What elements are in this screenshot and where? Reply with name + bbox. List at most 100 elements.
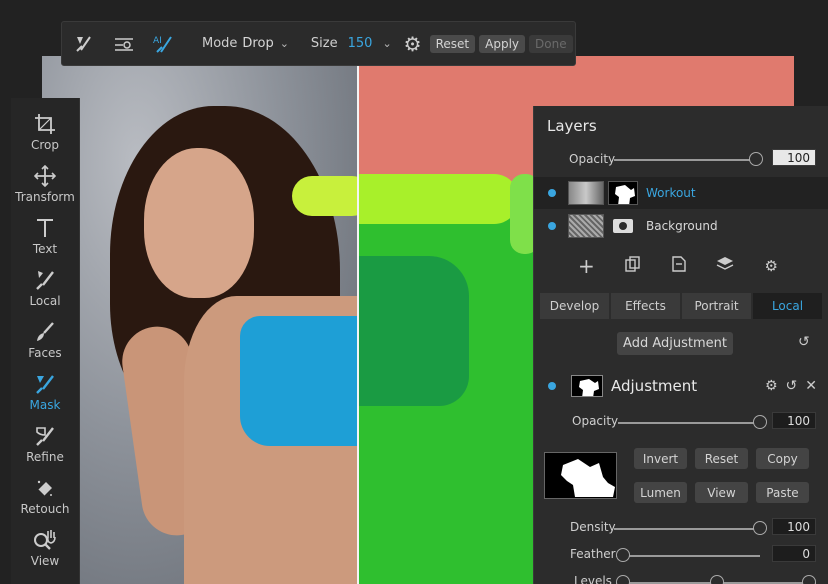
duplicate-layer-icon[interactable]: [625, 256, 641, 276]
tool-label: Retouch: [20, 502, 70, 516]
chevron-down-icon[interactable]: ⌄: [382, 37, 391, 50]
tool-retouch[interactable]: Retouch: [11, 470, 79, 522]
svg-text:AI: AI: [153, 36, 162, 46]
tab-local[interactable]: Local: [753, 293, 822, 319]
levels-high-handle[interactable]: [802, 575, 816, 584]
tool-local[interactable]: Local: [11, 262, 79, 314]
visibility-dot[interactable]: [548, 189, 556, 197]
tool-text[interactable]: Text: [11, 210, 79, 262]
mask-subject-towel: [359, 174, 519, 224]
apply-button[interactable]: Apply: [479, 34, 526, 53]
gear-icon[interactable]: ⚙: [765, 257, 778, 275]
tool-faces[interactable]: Faces: [11, 314, 79, 366]
layer-mask-thumbnail: [608, 181, 638, 205]
text-icon: [35, 216, 55, 240]
add-adjustment-button[interactable]: Add Adjustment: [617, 332, 733, 355]
split-view-divider[interactable]: [357, 56, 359, 584]
move-icon: [34, 164, 56, 188]
levels-low-handle[interactable]: [616, 575, 630, 584]
module-tabs: Develop Effects Portrait Local: [540, 293, 824, 319]
refine-icon: [34, 424, 56, 448]
layer-name: Background: [646, 219, 718, 233]
tool-label: Faces: [28, 346, 62, 360]
tool-mask[interactable]: Mask: [11, 366, 79, 418]
lumen-button[interactable]: Lumen: [634, 482, 687, 503]
opacity-slider-handle[interactable]: [749, 152, 763, 166]
mask-line-icon[interactable]: [104, 21, 144, 66]
tool-crop[interactable]: Crop: [11, 106, 79, 158]
size-label: Size: [310, 36, 338, 51]
levels-mid-handle[interactable]: [710, 575, 724, 584]
tool-label: Text: [32, 242, 58, 256]
opacity-slider-track[interactable]: [614, 159, 754, 161]
mask-subject-top: [359, 256, 469, 406]
new-layer-icon[interactable]: [671, 256, 686, 276]
feather-slider-handle[interactable]: [616, 548, 630, 562]
adjustment-opacity-handle[interactable]: [753, 415, 767, 429]
feather-value[interactable]: 0: [772, 545, 816, 562]
density-slider-track[interactable]: [614, 528, 760, 530]
undo-icon[interactable]: ↺: [798, 334, 810, 350]
brush-icon: [34, 268, 56, 292]
layer-thumbnail: [568, 214, 604, 238]
copy-mask-button[interactable]: Copy: [756, 448, 809, 469]
adjustment-actions: ⚙ ↺ ✕: [765, 378, 817, 394]
add-layer-icon[interactable]: +: [578, 254, 595, 278]
mask-brush-icon[interactable]: [64, 21, 104, 66]
layers-stack-icon[interactable]: [716, 256, 734, 276]
feather-slider-track[interactable]: [616, 555, 760, 557]
tab-effects[interactable]: Effects: [611, 293, 680, 319]
done-button[interactable]: Done: [529, 34, 573, 53]
density-label: Density: [570, 520, 616, 534]
tool-label: Local: [29, 294, 61, 308]
reset-icon[interactable]: ↺: [786, 378, 798, 394]
feather-label: Feather: [570, 547, 616, 561]
paste-mask-button[interactable]: Paste: [756, 482, 809, 503]
chevron-down-icon[interactable]: ⌄: [280, 37, 289, 50]
mask-icon: [34, 372, 56, 396]
tool-label: Transform: [15, 190, 75, 204]
tool-transform[interactable]: Transform: [11, 158, 79, 210]
opacity-value[interactable]: 100: [772, 149, 816, 166]
tab-develop[interactable]: Develop: [540, 293, 609, 319]
view-mask-button[interactable]: View: [695, 482, 748, 503]
layers-panel: Layers Opacity 100 Workout Background +: [533, 106, 828, 584]
subject-top: [240, 316, 359, 446]
tool-refine[interactable]: Refine: [11, 418, 79, 470]
gear-icon[interactable]: ⚙: [404, 32, 422, 56]
levels-label: Levels: [574, 574, 612, 584]
reset-button[interactable]: Reset: [429, 34, 476, 53]
tool-label: View: [30, 554, 60, 568]
adjustment-opacity-label: Opacity: [572, 414, 619, 428]
invert-button[interactable]: Invert: [634, 448, 687, 469]
close-icon[interactable]: ✕: [805, 378, 817, 394]
visibility-dot[interactable]: [548, 222, 556, 230]
app-window: AI Mode Drop ⌄ Size 150 ⌄ ⚙ Reset Apply …: [0, 0, 828, 584]
layer-thumbnail: [568, 181, 604, 205]
mask-toolbar: AI Mode Drop ⌄ Size 150 ⌄ ⚙ Reset Apply …: [61, 21, 576, 66]
size-value[interactable]: 150: [348, 36, 373, 51]
adjustment-header: Adjustment ⚙ ↺ ✕: [534, 371, 828, 401]
tool-label: Mask: [29, 398, 61, 412]
density-slider-handle[interactable]: [753, 521, 767, 535]
adjustment-opacity-track[interactable]: [618, 422, 760, 424]
eraser-icon: [34, 476, 56, 500]
tab-portrait[interactable]: Portrait: [682, 293, 751, 319]
visibility-dot[interactable]: [548, 382, 556, 390]
layer-mask-thumbnail: [608, 214, 638, 238]
adjustment-opacity-value[interactable]: 100: [772, 412, 816, 429]
gear-icon[interactable]: ⚙: [765, 378, 778, 394]
layer-background[interactable]: Background: [534, 210, 828, 242]
layer-workout[interactable]: Workout: [534, 177, 828, 209]
tool-label: Crop: [30, 138, 59, 152]
mask-preview[interactable]: [544, 452, 617, 499]
mode-select[interactable]: Drop: [242, 36, 273, 51]
tool-view[interactable]: View: [11, 522, 79, 574]
opacity-label: Opacity: [569, 152, 616, 166]
ai-mask-icon[interactable]: AI: [144, 21, 184, 66]
reset-mask-button[interactable]: Reset: [695, 448, 748, 469]
adjustment-mask-thumbnail[interactable]: [571, 375, 603, 397]
panel-title: Layers: [547, 117, 597, 135]
faces-brush-icon: [34, 320, 56, 344]
density-value[interactable]: 100: [772, 518, 816, 535]
